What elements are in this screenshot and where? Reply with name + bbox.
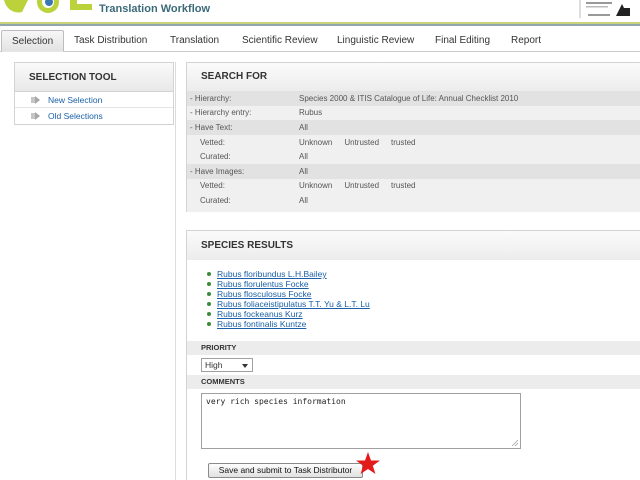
bullet-dot-icon [207, 312, 211, 316]
old-selections-label: Old Selections [48, 111, 103, 121]
vetted-option: Untrusted [344, 137, 380, 147]
hierarchy-entry-label: - Hierarchy entry: [187, 105, 296, 121]
new-selection-link[interactable]: New Selection [15, 92, 173, 108]
images-vetted-value: Unknown Untrusted trusted [296, 178, 640, 194]
list-item: Rubus florulentus Focke [187, 279, 640, 289]
bullet-dot-icon [207, 302, 211, 306]
list-item: Rubus fockeanus Kurz [187, 309, 640, 319]
species-link[interactable]: Rubus floribundus L.H.Bailey [217, 269, 327, 279]
species-link[interactable]: Rubus florulentus Focke [217, 279, 309, 289]
red-star-icon [356, 452, 380, 474]
text-vetted-value: Unknown Untrusted trusted [296, 134, 640, 150]
tab-final-editing[interactable]: Final Editing [435, 30, 490, 52]
column-divider [175, 62, 176, 480]
vetted-option: trusted [391, 181, 416, 191]
tab-task-distribution[interactable]: Task Distribution [74, 30, 147, 52]
images-curated-label: Curated: [187, 193, 296, 208]
have-images-value: All [296, 163, 640, 179]
table-row: Vetted: Unknown Untrusted trusted [187, 178, 640, 194]
table-row: Curated: All [187, 193, 640, 208]
table-row: Vetted: Unknown Untrusted trusted [187, 134, 640, 150]
comments-text: very rich species information [206, 397, 346, 406]
bullet-dot-icon [207, 292, 211, 296]
species-link[interactable]: Rubus fontinalis Kuntze [217, 319, 306, 329]
species-link[interactable]: Rubus flosculosus Focke [217, 289, 312, 299]
search-for-title: SEARCH FOR [187, 63, 640, 91]
selection-tool-panel: SELECTION TOOL New Selection Old Selecti… [14, 62, 174, 125]
have-images-label: - Have Images: [187, 163, 296, 179]
bullet-dot-icon [207, 282, 211, 286]
priority-select[interactable]: High [201, 358, 253, 372]
bullet-dot-icon [207, 322, 211, 326]
text-curated-value: All [296, 149, 640, 164]
tab-linguistic-review[interactable]: Linguistic Review [337, 30, 414, 52]
list-item: Rubus floribundus L.H.Bailey [187, 269, 640, 279]
tab-scientific-review[interactable]: Scientific Review [242, 30, 318, 52]
species-link[interactable]: Rubus foliaceistipulatus T.T. Yu & L.T. … [217, 299, 370, 309]
vetted-option: Unknown [299, 181, 333, 191]
have-text-label: - Have Text: [187, 120, 296, 135]
tab-report[interactable]: Report [511, 30, 541, 52]
comments-label: COMMENTS [187, 375, 640, 389]
search-for-panel: SEARCH FOR - Hierarchy: Species 2000 & I… [186, 62, 640, 212]
selection-tool-title: SELECTION TOOL [15, 63, 173, 92]
app-header: Translation Workflow [0, 0, 640, 26]
text-vetted-label: Vetted: [187, 134, 296, 150]
comments-textarea[interactable]: very rich species information [201, 393, 521, 449]
col-logo-icon [4, 0, 92, 13]
dropdown-arrow-icon [242, 364, 248, 368]
tab-selection[interactable]: Selection [1, 30, 65, 52]
workflow-tabs: Selection Task Distribution Translation … [0, 30, 640, 52]
list-item: Rubus fontinalis Kuntze [187, 319, 640, 329]
save-and-submit-button[interactable]: Save and submit to Task Distributor [208, 463, 363, 478]
resize-grip-icon[interactable] [512, 440, 518, 446]
vetted-option: trusted [391, 137, 416, 147]
species-results-panel: SPECIES RESULTS Rubus floribundus L.H.Ba… [186, 230, 640, 480]
images-vetted-label: Vetted: [187, 178, 296, 194]
app-title: Translation Workflow [99, 3, 211, 15]
hierarchy-value: Species 2000 & ITIS Catalogue of Life: A… [296, 91, 640, 106]
arrow-bullet-icon [31, 96, 40, 104]
vetted-option: Unknown [299, 137, 333, 147]
species-list: Rubus floribundus L.H.Bailey Rubus floru… [187, 269, 640, 329]
have-text-value: All [296, 120, 640, 135]
table-row: - Hierarchy entry: Rubus [187, 105, 640, 121]
vetted-option: Untrusted [344, 181, 380, 191]
header-divider-line [0, 24, 640, 26]
species-link[interactable]: Rubus fockeanus Kurz [217, 309, 303, 319]
tab-translation[interactable]: Translation [170, 30, 219, 52]
table-row: - Hierarchy: Species 2000 & ITIS Catalog… [187, 91, 640, 106]
new-selection-label: New Selection [48, 95, 103, 105]
list-item: Rubus flosculosus Focke [187, 289, 640, 299]
bullet-dot-icon [207, 272, 211, 276]
text-curated-label: Curated: [187, 149, 296, 164]
hierarchy-label: - Hierarchy: [187, 91, 296, 106]
priority-label: PRIORITY [187, 341, 640, 355]
old-selections-link[interactable]: Old Selections [15, 108, 173, 124]
species-results-title: SPECIES RESULTS [187, 231, 640, 260]
priority-value: High [205, 360, 223, 370]
table-row: - Have Images: All [187, 163, 640, 179]
hierarchy-entry-value: Rubus [296, 105, 640, 121]
arrow-bullet-icon [31, 112, 40, 120]
bibliotheca-alexandrina-logo-icon [579, 0, 630, 18]
list-item: Rubus foliaceistipulatus T.T. Yu & L.T. … [187, 299, 640, 309]
images-curated-value: All [296, 193, 640, 208]
table-row: - Have Text: All [187, 120, 640, 135]
search-criteria-table: - Hierarchy: Species 2000 & ITIS Catalog… [187, 91, 640, 208]
table-row: Curated: All [187, 149, 640, 164]
